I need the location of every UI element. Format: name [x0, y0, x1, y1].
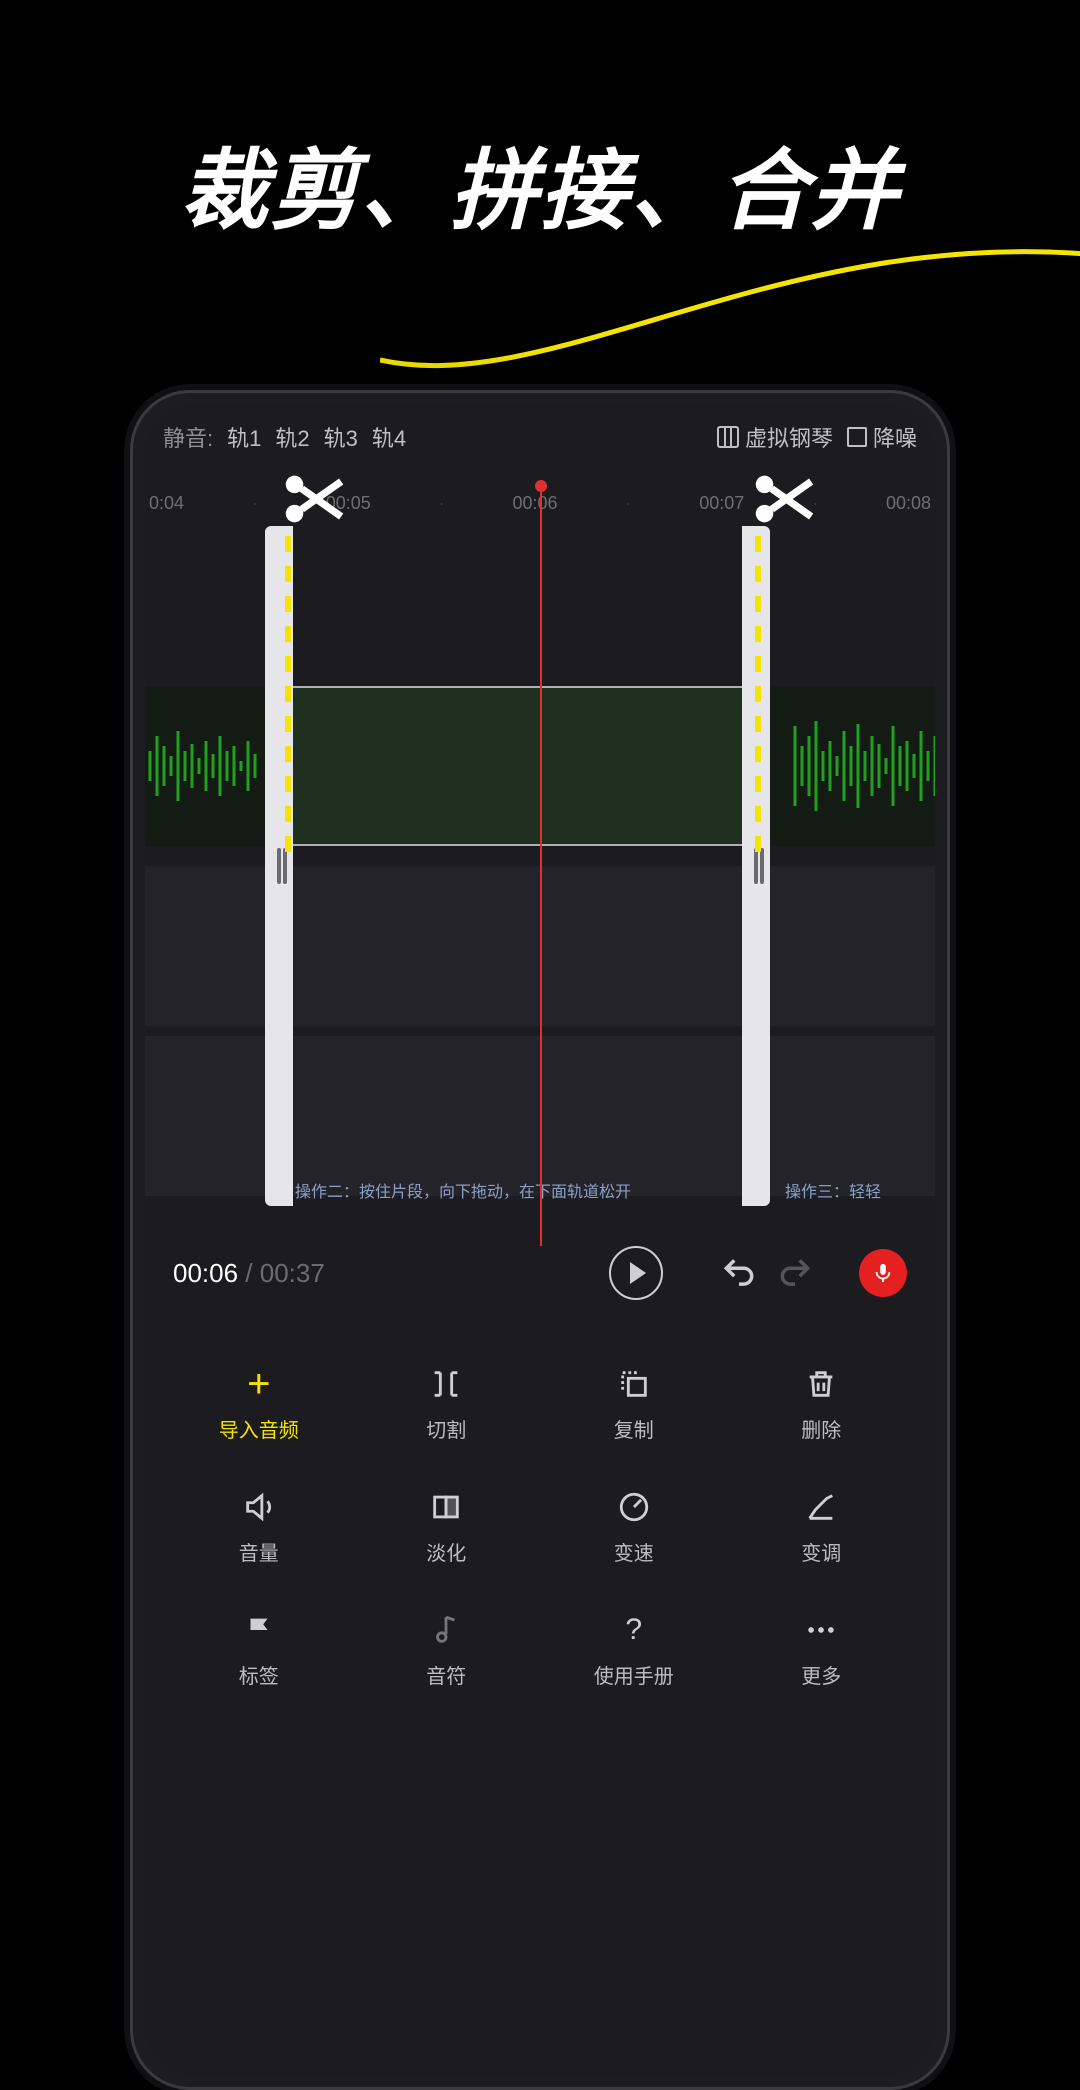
tool-label: 音量 [239, 1537, 279, 1566]
pitch-icon [801, 1487, 841, 1527]
tool-label: 变调 [801, 1537, 841, 1566]
trim-dash [755, 536, 761, 856]
ruler-tick: 00:06 [512, 493, 557, 514]
virtual-piano-button[interactable]: 虚拟钢琴 [717, 421, 833, 453]
tool-label: 复制 [614, 1414, 654, 1443]
total-time: 00:37 [260, 1258, 325, 1288]
clip-hint-right: 操作三：轻轻 [785, 1178, 881, 1202]
plus-icon: + [239, 1364, 279, 1404]
selected-clip[interactable] [265, 686, 770, 846]
hero-title: 裁剪、拼接、合并 [0, 120, 1080, 247]
phone-frame: 静音: 轨1 轨2 轨3 轨4 虚拟钢琴 降噪 0:04 · 00:05 · 0… [130, 390, 950, 2090]
more-icon [801, 1610, 841, 1650]
microphone-icon [872, 1262, 894, 1284]
tool-label: 变速 [614, 1537, 654, 1566]
ruler-tick: 00:08 [886, 493, 931, 514]
tool-manual[interactable]: ? 使用手册 [540, 1610, 728, 1689]
noise-label: 降噪 [873, 421, 917, 453]
track-tab-1[interactable]: 轨1 [227, 421, 261, 453]
record-button[interactable] [859, 1249, 907, 1297]
speed-icon [614, 1487, 654, 1527]
app-screen: 静音: 轨1 轨2 轨3 轨4 虚拟钢琴 降噪 0:04 · 00:05 · 0… [145, 405, 935, 2075]
tool-label: 音符 [426, 1660, 466, 1689]
tool-label: 导入音频 [219, 1414, 299, 1443]
ruler-tick: 00:07 [699, 493, 744, 514]
tool-label: 淡化 [426, 1537, 466, 1566]
tool-fade[interactable]: 淡化 [353, 1487, 541, 1566]
flag-icon [239, 1610, 279, 1650]
fade-icon [426, 1487, 466, 1527]
tool-import-audio[interactable]: + 导入音频 [165, 1364, 353, 1443]
piano-icon [717, 426, 739, 448]
tool-label: 删除 [801, 1414, 841, 1443]
tool-marker[interactable]: 标签 [165, 1610, 353, 1689]
clip-hint-text: 操作二：按住片段，向下拖动，在下面轨道松开 [295, 1178, 631, 1202]
current-time: 00:06 [173, 1258, 238, 1288]
copy-icon [614, 1364, 654, 1404]
tool-split[interactable]: 切割 [353, 1364, 541, 1443]
scissors-icon [747, 464, 817, 534]
piano-label: 虚拟钢琴 [745, 421, 833, 453]
tool-label: 切割 [426, 1414, 466, 1443]
tool-speed[interactable]: 变速 [540, 1487, 728, 1566]
tool-delete[interactable]: 删除 [728, 1364, 916, 1443]
track-tab-3[interactable]: 轨3 [324, 421, 358, 453]
noise-reduction-toggle[interactable]: 降噪 [847, 421, 917, 453]
trim-dash [285, 536, 291, 856]
time-readout: 00:06 / 00:37 [173, 1258, 325, 1289]
tool-copy[interactable]: 复制 [540, 1364, 728, 1443]
help-icon: ? [614, 1610, 654, 1650]
mute-label: 静音: [163, 421, 213, 453]
tool-label: 使用手册 [594, 1660, 674, 1689]
trash-icon [801, 1364, 841, 1404]
track-tab-4[interactable]: 轨4 [372, 421, 406, 453]
volume-icon [239, 1487, 279, 1527]
note-icon [426, 1610, 466, 1650]
tool-volume[interactable]: 音量 [165, 1487, 353, 1566]
top-toolbar: 静音: 轨1 轨2 轨3 轨4 虚拟钢琴 降噪 [145, 405, 935, 463]
tool-grid: + 导入音频 切割 复制 删除 音量 淡化 [145, 1328, 935, 1689]
tool-label: 标签 [239, 1660, 279, 1689]
ruler-dot: · [625, 493, 631, 514]
tool-more[interactable]: 更多 [728, 1610, 916, 1689]
ruler-dot: · [252, 493, 258, 514]
tool-label: 更多 [801, 1660, 841, 1689]
timeline-tracks[interactable]: 操作二：按住片段，向下拖动，在下面轨道松开 操作三：轻轻 [145, 526, 935, 1206]
redo-button[interactable] [773, 1251, 817, 1295]
play-icon [630, 1262, 646, 1284]
tool-note[interactable]: 音符 [353, 1610, 541, 1689]
checkbox-icon [847, 427, 867, 447]
ruler-tick: 0:04 [149, 493, 184, 514]
tool-pitch[interactable]: 变调 [728, 1487, 916, 1566]
track-tab-2[interactable]: 轨2 [275, 421, 309, 453]
scissors-icon [277, 464, 347, 534]
undo-button[interactable] [717, 1251, 761, 1295]
playhead[interactable] [540, 482, 542, 1246]
play-button[interactable] [609, 1246, 663, 1300]
split-icon [426, 1364, 466, 1404]
ruler-dot: · [439, 493, 445, 514]
